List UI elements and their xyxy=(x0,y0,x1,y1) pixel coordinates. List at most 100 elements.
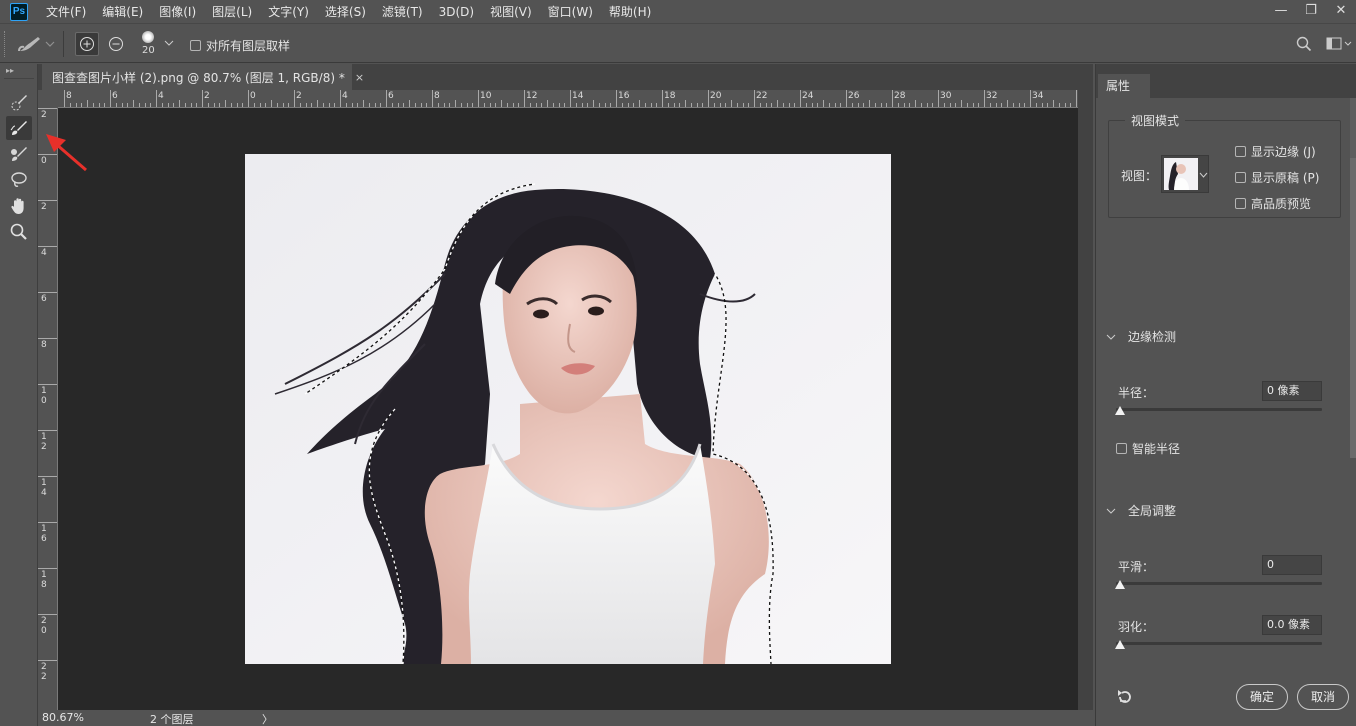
cancel-button[interactable]: 取消 xyxy=(1297,684,1349,710)
ruler-tick xyxy=(794,103,796,107)
ruler-tick xyxy=(593,100,594,107)
brush-tool[interactable] xyxy=(6,142,32,166)
status-bar: 80.67% 2 个图层 〉 xyxy=(38,710,1093,726)
photo-image[interactable] xyxy=(245,154,891,664)
ruler-label: 2 xyxy=(204,91,210,101)
photoshop-window: Ps 文件(F) 编辑(E) 图像(I) 图层(L) 文字(Y) 选择(S) 滤… xyxy=(0,0,1356,726)
ruler-tick xyxy=(328,103,330,107)
ruler-tick xyxy=(1076,90,1077,107)
ruler-tick xyxy=(535,103,537,107)
close-window-button[interactable]: ✕ xyxy=(1326,0,1356,24)
smooth-slider[interactable] xyxy=(1115,580,1322,589)
ruler-tick xyxy=(443,103,445,107)
toolbar-divider xyxy=(4,78,34,79)
ruler-tick xyxy=(437,103,439,107)
radius-slider-thumb[interactable] xyxy=(1115,406,1125,415)
ruler-tick xyxy=(138,103,140,107)
show-original-box[interactable] xyxy=(1235,172,1246,183)
ruler-tick xyxy=(1030,90,1031,107)
smooth-input[interactable]: 0 xyxy=(1262,555,1322,575)
document-canvas[interactable] xyxy=(58,108,1078,710)
menu-list: 文件(F) 编辑(E) 图像(I) 图层(L) 文字(Y) 选择(S) 滤镜(T… xyxy=(38,0,659,24)
global-refinements-section[interactable]: 全局调整 xyxy=(1106,502,1176,519)
tab-properties[interactable]: 属性 xyxy=(1098,74,1150,98)
tool-preset-picker[interactable] xyxy=(16,33,56,58)
ruler-label: 14 xyxy=(41,478,47,498)
radius-input[interactable]: 0 像素 xyxy=(1262,381,1322,401)
vertical-scrollbar[interactable] xyxy=(1078,90,1093,710)
portrait-photo xyxy=(245,154,891,664)
show-edge-checkbox[interactable]: 显示边缘 (J) xyxy=(1235,143,1316,160)
smooth-slider-thumb[interactable] xyxy=(1115,580,1125,589)
ruler-tick xyxy=(299,103,301,107)
ruler-tick xyxy=(644,103,646,107)
menu-type[interactable]: 文字(Y) xyxy=(260,0,317,24)
ruler-tick xyxy=(685,100,686,107)
menu-edit[interactable]: 编辑(E) xyxy=(94,0,151,24)
ruler-tick xyxy=(840,103,842,107)
menu-help[interactable]: 帮助(H) xyxy=(601,0,659,24)
ruler-tick xyxy=(938,90,939,107)
ruler-tick xyxy=(869,100,870,107)
brush-size-picker[interactable]: 20 xyxy=(138,29,178,59)
ok-button[interactable]: 确定 xyxy=(1236,684,1288,710)
edge-detection-section[interactable]: 边缘检测 xyxy=(1106,328,1176,345)
reset-button[interactable] xyxy=(1116,688,1134,709)
smart-radius-box[interactable] xyxy=(1116,443,1127,454)
feather-input[interactable]: 0.0 像素 xyxy=(1262,615,1322,635)
menu-select[interactable]: 选择(S) xyxy=(317,0,374,24)
vertical-ruler[interactable]: 2 0 2 4 6 8 10 12 14 16 18 20 22 xyxy=(38,108,58,710)
hand-tool[interactable] xyxy=(6,194,32,218)
ruler-label: 26 xyxy=(848,91,860,101)
lasso-tool[interactable] xyxy=(6,168,32,192)
zoom-tool[interactable] xyxy=(6,220,32,244)
menu-layer[interactable]: 图层(L) xyxy=(204,0,260,24)
workspace-button[interactable] xyxy=(1326,36,1352,55)
menu-image[interactable]: 图像(I) xyxy=(151,0,204,24)
restore-button[interactable]: ❐ xyxy=(1296,0,1326,24)
options-divider xyxy=(63,31,64,57)
menu-file[interactable]: 文件(F) xyxy=(38,0,94,24)
ruler-origin[interactable] xyxy=(38,90,58,108)
ruler-tick xyxy=(765,103,767,107)
toolbar-collapse-icon[interactable]: ▸▸ xyxy=(6,66,14,75)
ruler-tick xyxy=(305,103,307,107)
ruler-tick xyxy=(466,103,468,107)
horizontal-ruler[interactable]: 8642024681012141618202224262830323436 xyxy=(58,90,1078,108)
status-menu-arrow[interactable]: 〉 xyxy=(262,711,273,726)
ruler-tick xyxy=(460,103,462,107)
ruler-tick xyxy=(754,90,755,107)
view-mode-dropdown[interactable] xyxy=(1161,155,1209,193)
search-button[interactable] xyxy=(1296,36,1312,55)
panel-scrollbar-thumb[interactable] xyxy=(1350,158,1356,458)
ruler-tick xyxy=(823,100,824,107)
sample-all-layers-checkbox[interactable]: 对所有图层取样 xyxy=(190,37,290,54)
menu-3d[interactable]: 3D(D) xyxy=(431,0,482,24)
menu-view[interactable]: 视图(V) xyxy=(482,0,540,24)
menu-window[interactable]: 窗口(W) xyxy=(540,0,601,24)
document-tab[interactable]: 图查查图片小样 (2).png @ 80.7% (图层 1, RGB/8) * … xyxy=(42,64,364,90)
refine-edge-brush-tool[interactable] xyxy=(6,116,32,140)
ruler-tick xyxy=(805,103,807,107)
show-original-checkbox[interactable]: 显示原稿 (P) xyxy=(1235,169,1319,186)
smart-radius-checkbox[interactable]: 智能半径 xyxy=(1116,440,1180,457)
restore-original-button[interactable] xyxy=(104,32,128,56)
radius-slider[interactable] xyxy=(1115,406,1322,415)
menu-filter[interactable]: 滤镜(T) xyxy=(374,0,431,24)
quick-selection-tool[interactable] xyxy=(6,90,32,114)
ruler-tick xyxy=(656,103,658,107)
ruler-tick xyxy=(38,338,57,339)
show-edge-box[interactable] xyxy=(1235,146,1246,157)
minimize-button[interactable]: — xyxy=(1266,0,1296,24)
ruler-tick xyxy=(616,90,617,107)
feather-slider[interactable] xyxy=(1115,640,1322,649)
high-quality-preview-checkbox[interactable]: 高品质预览 xyxy=(1235,195,1311,212)
zoom-level[interactable]: 80.67% xyxy=(42,711,84,724)
close-document-button[interactable]: × xyxy=(355,71,364,84)
high-quality-preview-box[interactable] xyxy=(1235,198,1246,209)
sample-all-layers-box[interactable] xyxy=(190,40,201,51)
ruler-label: 12 xyxy=(526,91,538,101)
feather-slider-thumb[interactable] xyxy=(1115,640,1125,649)
panel-scrollbar[interactable] xyxy=(1350,98,1356,458)
expand-detection-button[interactable] xyxy=(75,32,99,56)
